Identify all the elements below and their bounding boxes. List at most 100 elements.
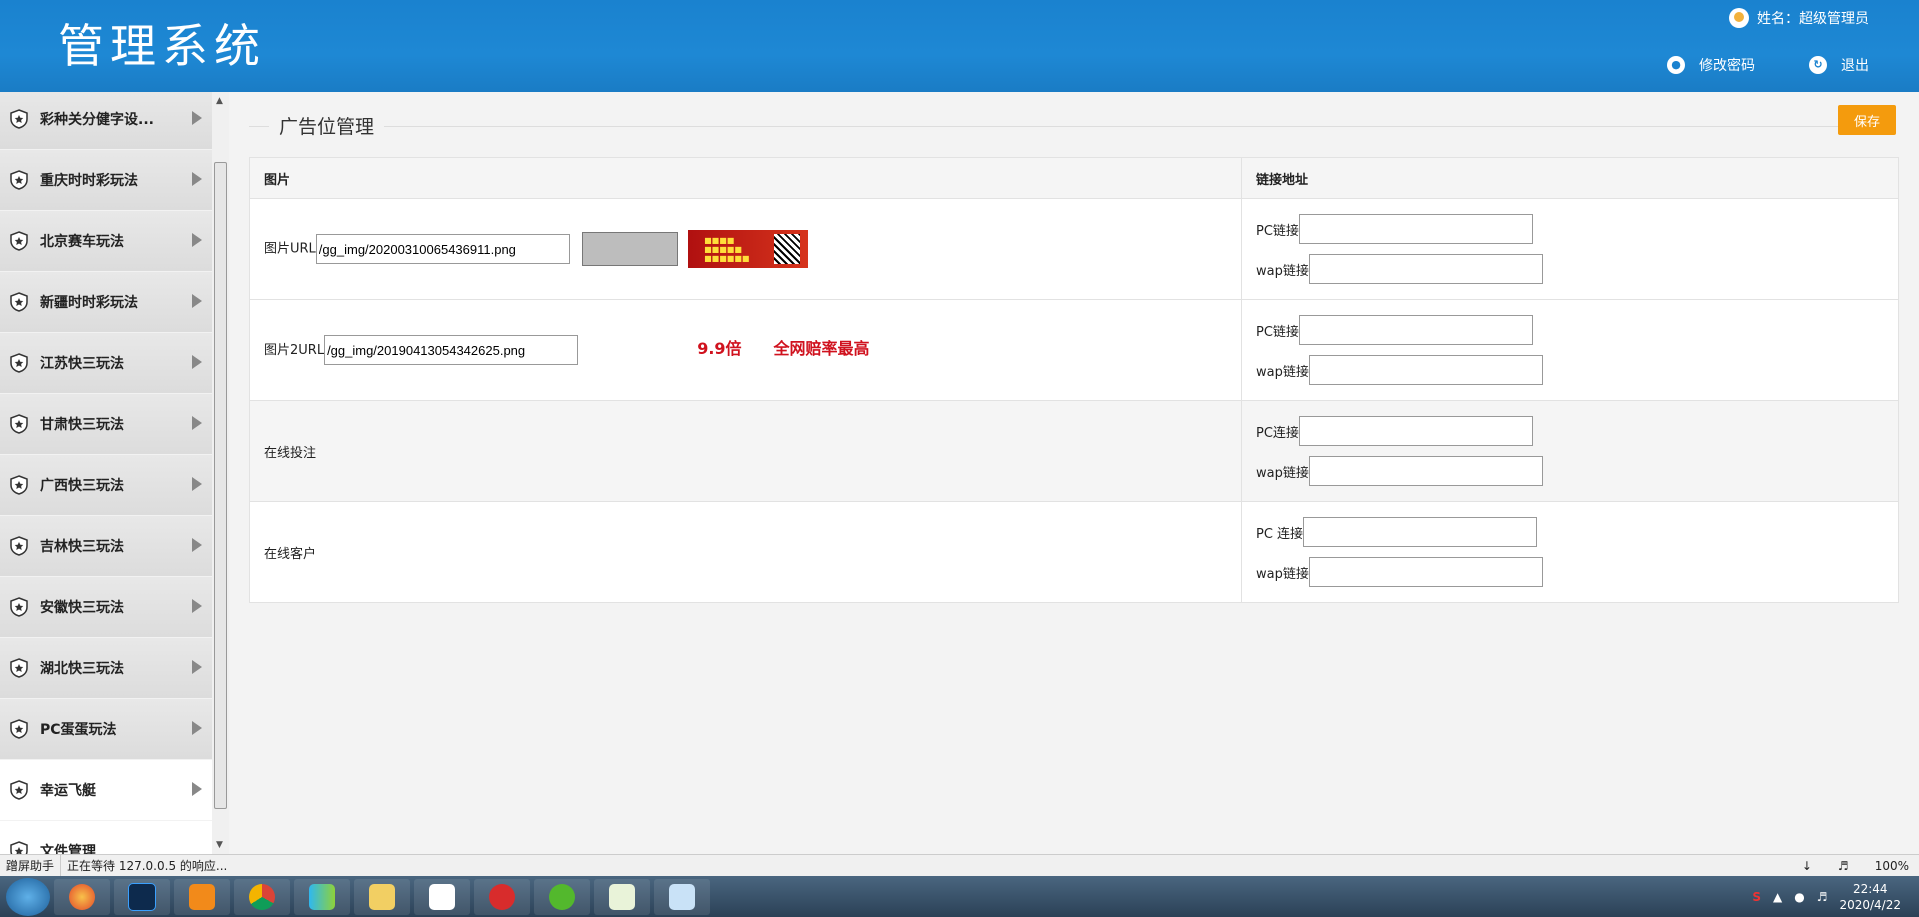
wap-link-input[interactable] — [1308, 456, 1543, 486]
taskbar-app[interactable] — [654, 878, 710, 915]
shield-icon — [10, 353, 28, 373]
wap-link-input[interactable] — [1308, 355, 1543, 385]
chevron-right-icon — [192, 599, 202, 613]
shield-icon — [10, 658, 28, 678]
zoom-level[interactable]: 100% — [1875, 859, 1909, 873]
browser-icon — [69, 883, 95, 910]
taskbar-app[interactable] — [114, 878, 170, 915]
taskbar-app[interactable] — [174, 878, 230, 915]
image-preview-thumbnail — [581, 232, 678, 266]
shield-icon — [10, 780, 28, 800]
sidebar-item[interactable]: 北京赛车玩法 — [0, 211, 212, 272]
sidebar-item[interactable]: 吉林快三玩法 — [0, 516, 212, 577]
sidebar-item-label: 幸运飞艇 — [40, 783, 96, 799]
sidebar-item-label: 广西快三玩法 — [40, 478, 124, 494]
wap-link-input[interactable] — [1308, 254, 1543, 284]
shield-icon — [10, 414, 28, 434]
wap-link-label: wap链接 — [1256, 465, 1309, 481]
shield-icon — [10, 231, 28, 251]
download-icon[interactable]: ↓ — [1802, 859, 1812, 873]
scrollbar-thumb[interactable] — [214, 162, 227, 809]
image-url-input[interactable] — [315, 234, 570, 264]
table-row: 图片2URL 9.9倍 全网赔率最高 PC链接 wap链接 — [249, 299, 1899, 401]
sidebar-item[interactable]: 幸运飞艇 — [0, 760, 212, 821]
chevron-right-icon — [192, 538, 202, 552]
pc-link-input[interactable] — [1298, 416, 1533, 446]
chevron-right-icon — [192, 233, 202, 247]
start-button[interactable] — [6, 877, 50, 916]
shield-icon — [10, 475, 28, 495]
volume-icon[interactable]: ♬ — [1817, 890, 1828, 904]
notepad-icon — [669, 883, 695, 910]
network-icon[interactable]: ▲ — [1773, 890, 1782, 904]
sidebar-item[interactable]: 文件管理 — [0, 821, 212, 854]
qq-icon[interactable]: ● — [1794, 890, 1804, 904]
pc-link-input[interactable] — [1298, 315, 1533, 345]
sidebar-item[interactable]: 安徽快三玩法 — [0, 577, 212, 638]
wap-link-label: wap链接 — [1256, 566, 1309, 582]
pc-link-input[interactable] — [1298, 214, 1533, 244]
chevron-right-icon — [192, 172, 202, 186]
sidebar-item[interactable]: 重庆时时彩玩法 — [0, 150, 212, 211]
lock-icon: ● — [1667, 56, 1685, 74]
image-cell: 在线客户 — [249, 501, 1242, 603]
page-title: 广告位管理 — [269, 112, 385, 139]
player-icon — [309, 883, 335, 910]
sidebar-scrollbar[interactable]: ▲ ▼ — [212, 92, 229, 854]
logout-link[interactable]: ↻ 退出 — [1809, 55, 1869, 75]
sogou-icon[interactable]: S — [1752, 890, 1761, 904]
image-url-input[interactable] — [324, 335, 579, 366]
photoshop-icon — [128, 882, 156, 911]
sidebar-item[interactable]: 彩种关分健字设... — [0, 92, 212, 150]
scroll-down-icon[interactable]: ▼ — [216, 840, 223, 850]
link-cell: PC连接 wap链接 — [1241, 400, 1899, 502]
row-label: 图片2URL — [264, 342, 325, 358]
scroll-up-icon[interactable]: ▲ — [216, 96, 223, 106]
shield-icon — [10, 170, 28, 190]
taskbar-app[interactable] — [474, 878, 530, 915]
assistant-button[interactable]: 蹭屏助手 — [0, 855, 62, 877]
logout-icon: ↻ — [1809, 56, 1827, 74]
taskbar-app[interactable] — [534, 878, 590, 915]
change-password-link[interactable]: ● 修改密码 — [1667, 55, 1755, 75]
system-tray: S ▲ ● ♬ 22:44 2020/4/22 — [1752, 881, 1919, 913]
link-cell: PC链接 wap链接 — [1241, 198, 1899, 300]
image-cell: 图片URL ■■■■■■■■■■■■■■■ — [249, 198, 1242, 300]
taskbar-app[interactable] — [234, 878, 290, 915]
sidebar-item[interactable]: 广西快三玩法 — [0, 455, 212, 516]
sidebar-item[interactable]: PC蛋蛋玩法 — [0, 699, 212, 760]
sidebar-item[interactable]: 新疆时时彩玩法 — [0, 272, 212, 333]
wap-link-label: wap链接 — [1256, 364, 1309, 380]
taskbar-app[interactable] — [414, 878, 470, 915]
speaker-icon[interactable]: ♬ — [1838, 859, 1849, 873]
sidebar-item[interactable]: 甘肃快三玩法 — [0, 394, 212, 455]
sidebar-item[interactable]: 湖北快三玩法 — [0, 638, 212, 699]
user-name: 姓名：超级管理员 — [1757, 11, 1869, 27]
clock-time: 22:44 — [1852, 881, 1888, 896]
wap-link-label: wap链接 — [1256, 263, 1309, 279]
sidebar-item-label: 湖北快三玩法 — [40, 661, 124, 677]
sidebar: 彩种关分健字设... 重庆时时彩玩法 北京赛车玩法 新疆时时彩玩法 江苏快三玩法… — [0, 92, 212, 854]
taskbar: S ▲ ● ♬ 22:44 2020/4/22 — [0, 876, 1919, 917]
taskbar-app[interactable] — [54, 878, 110, 915]
wechat-icon — [549, 883, 575, 910]
sidebar-item[interactable]: 江苏快三玩法 — [0, 333, 212, 394]
qr-code-icon — [774, 234, 801, 264]
taskbar-app[interactable] — [354, 878, 410, 915]
wap-link-input[interactable] — [1308, 557, 1543, 587]
link-cell: PC链接 wap链接 — [1241, 299, 1899, 401]
column-header-image: 图片 — [249, 157, 1242, 199]
system-clock[interactable]: 22:44 2020/4/22 — [1839, 881, 1901, 913]
save-button[interactable]: 保存 — [1838, 105, 1896, 135]
table-row: 在线投注 PC连接 wap链接 — [249, 400, 1899, 502]
app-header: 管理系统 姓名：超级管理员 ● 修改密码 ↻ 退出 — [0, 0, 1919, 92]
sidebar-item-label: PC蛋蛋玩法 — [40, 722, 117, 738]
shield-icon — [10, 597, 28, 617]
sidebar-item-label: 文件管理 — [40, 844, 96, 854]
user-info: 姓名：超级管理员 — [1729, 8, 1869, 28]
taskbar-app[interactable] — [594, 878, 650, 915]
taskbar-app[interactable] — [294, 878, 350, 915]
pc-link-input[interactable] — [1303, 517, 1538, 547]
column-header-link: 链接地址 — [1241, 157, 1899, 199]
divider — [249, 126, 1847, 127]
